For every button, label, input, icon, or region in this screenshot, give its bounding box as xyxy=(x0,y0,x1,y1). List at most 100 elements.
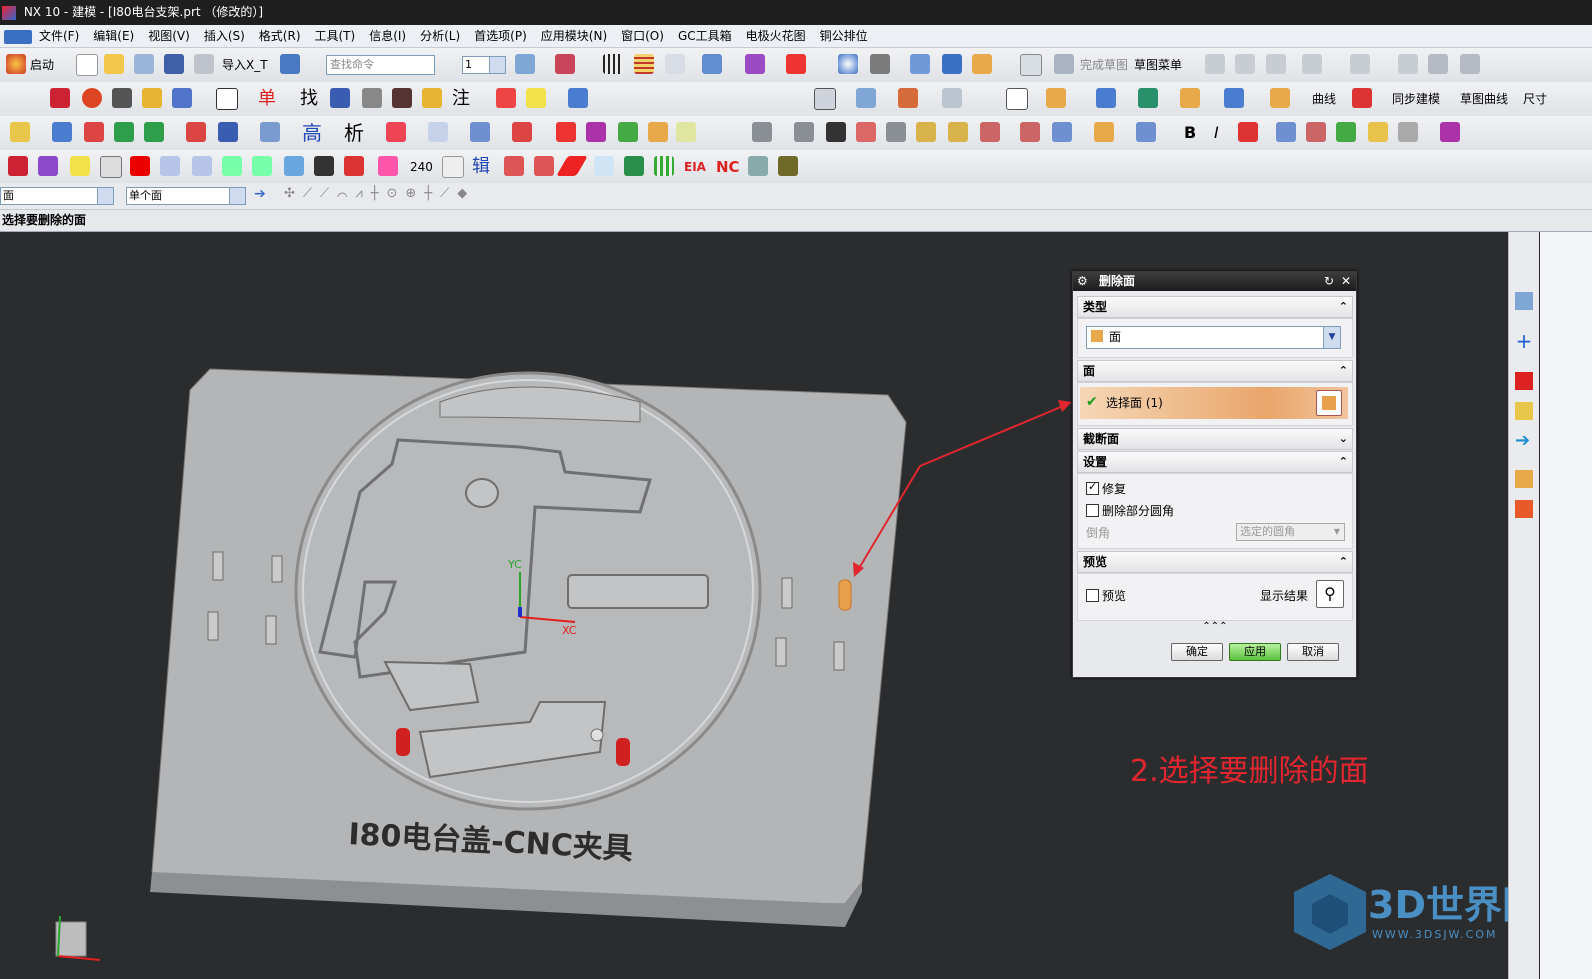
red-pin[interactable] xyxy=(396,728,410,756)
machine-icon[interactable] xyxy=(512,122,532,142)
feature-icon[interactable] xyxy=(1138,88,1158,108)
import-xt-button[interactable]: 导入X_T xyxy=(222,48,268,82)
note2-icon[interactable] xyxy=(948,122,968,142)
stamp-icon[interactable] xyxy=(314,156,334,176)
nc-button[interactable]: NC xyxy=(716,150,740,184)
frame-icon[interactable] xyxy=(1006,88,1028,110)
settings-section-header[interactable]: 设置 ⌃ xyxy=(1077,451,1353,473)
chevron-down-icon[interactable] xyxy=(97,188,113,204)
menu-item[interactable]: 窗口(O) xyxy=(614,25,671,47)
red-square-icon[interactable] xyxy=(130,156,150,176)
ra-icon[interactable] xyxy=(496,88,516,108)
arrow-left-icon[interactable] xyxy=(192,156,212,176)
finish-sketch-icon[interactable] xyxy=(1054,54,1074,74)
pen-icon[interactable] xyxy=(1094,122,1114,142)
pin[interactable] xyxy=(265,615,277,645)
pin[interactable] xyxy=(775,637,787,667)
measure-icon[interactable] xyxy=(702,54,722,74)
eye-icon[interactable] xyxy=(422,88,442,108)
menu-item[interactable]: 视图(V) xyxy=(141,25,197,47)
cross-section-header[interactable]: 截断面 ⌄ xyxy=(1077,428,1353,450)
menu-item[interactable]: 编辑(E) xyxy=(86,25,141,47)
pin[interactable] xyxy=(833,641,845,671)
repair-checkbox[interactable]: ✓ xyxy=(1086,480,1099,495)
cube-purple-icon[interactable] xyxy=(1440,122,1460,142)
new-file-icon[interactable] xyxy=(76,54,98,76)
menu-item[interactable]: GC工具箱 xyxy=(671,25,739,47)
shade-icon[interactable] xyxy=(870,54,890,74)
text-tool3-icon[interactable] xyxy=(1336,122,1356,142)
transform-icon[interactable] xyxy=(745,54,765,74)
brush-icon[interactable] xyxy=(172,88,192,108)
text-tool-icon[interactable] xyxy=(1276,122,1296,142)
palette-icon[interactable] xyxy=(1515,500,1533,518)
gao-button[interactable]: 高 xyxy=(302,116,322,150)
chamfer-select[interactable]: 选定的圆角 ▼ xyxy=(1236,523,1345,541)
view-blue-icon[interactable] xyxy=(1136,122,1156,142)
hand-icon[interactable] xyxy=(942,88,962,108)
sketch-constraint-icon[interactable] xyxy=(1302,54,1322,74)
undo-icon[interactable] xyxy=(280,54,300,74)
delete-name-icon[interactable] xyxy=(330,88,350,108)
menu-item[interactable]: 分析(L) xyxy=(413,25,467,47)
block-gray-icon[interactable] xyxy=(752,122,772,142)
folder-tool-icon[interactable] xyxy=(1368,122,1388,142)
cancel-button[interactable]: 取消 xyxy=(1287,643,1339,661)
chevron-down-icon[interactable] xyxy=(229,188,245,204)
arrow-right-icon[interactable] xyxy=(160,156,180,176)
glasses-icon[interactable] xyxy=(1398,122,1418,142)
pin[interactable] xyxy=(212,551,224,581)
sketch-extra3-icon[interactable] xyxy=(1460,54,1480,74)
solid-blue-icon[interactable] xyxy=(1224,88,1244,108)
menu-item[interactable]: 应用模块(N) xyxy=(534,25,614,47)
dim-icon[interactable] xyxy=(980,122,1000,142)
ok-button[interactable]: 确定 xyxy=(1171,643,1223,661)
extrude-icon[interactable] xyxy=(1046,88,1066,108)
dim2-icon[interactable] xyxy=(1020,122,1040,142)
xi-button[interactable]: 析 xyxy=(344,116,364,150)
rect-slot[interactable] xyxy=(567,574,709,609)
layer-settings-icon[interactable] xyxy=(515,54,535,74)
type-select[interactable]: 面 ▼ xyxy=(1086,326,1341,349)
open-folder-icon[interactable] xyxy=(104,54,124,74)
flag-icon[interactable] xyxy=(886,122,906,142)
center-hole[interactable] xyxy=(465,478,499,508)
book-nav-icon[interactable] xyxy=(1515,470,1533,488)
pin[interactable] xyxy=(271,555,283,583)
preview-checkbox[interactable] xyxy=(1086,589,1099,602)
start-button[interactable]: 启动 xyxy=(30,48,54,82)
plane-icon[interactable] xyxy=(856,88,876,108)
tool-path2-icon[interactable] xyxy=(534,156,554,176)
sketch-extra2-icon[interactable] xyxy=(1428,54,1448,74)
bold-icon[interactable]: B xyxy=(1184,116,1196,150)
sketch-line-icon[interactable] xyxy=(1205,54,1225,74)
select-face-row[interactable]: ✔ 选择面 (1) xyxy=(1080,387,1348,419)
list-icon[interactable] xyxy=(586,122,606,142)
sort-icon[interactable] xyxy=(1238,122,1258,142)
delete-partial-fillet-checkbox[interactable] xyxy=(1086,504,1099,517)
menu-item[interactable]: 工具(T) xyxy=(308,25,363,47)
drawing-icon[interactable] xyxy=(186,122,206,142)
box-orange-icon[interactable] xyxy=(1270,88,1290,108)
zhao-button[interactable]: 找 xyxy=(300,82,318,116)
assembly-nav-icon[interactable] xyxy=(1515,402,1533,420)
small-hole[interactable] xyxy=(590,728,604,742)
button-240[interactable]: 240 xyxy=(410,150,433,184)
slash-icon[interactable] xyxy=(100,156,122,178)
face-selector-button[interactable] xyxy=(1316,390,1342,416)
chart-icon[interactable] xyxy=(568,88,588,108)
nc-icon[interactable] xyxy=(676,122,696,142)
view-icon[interactable] xyxy=(665,54,685,74)
snap-point-icons[interactable]: ✣⟋⟋⌒⩘┼⊙⊕┼⟋◆ xyxy=(284,186,475,201)
sync-icon[interactable] xyxy=(1352,88,1372,108)
text-tool2-icon[interactable] xyxy=(1306,122,1326,142)
app-menu-icon[interactable] xyxy=(4,29,32,44)
program-icon[interactable] xyxy=(442,156,464,178)
crosshair-icon[interactable] xyxy=(386,122,406,142)
menu-item[interactable]: 格式(R) xyxy=(252,25,308,47)
paint-icon[interactable] xyxy=(972,54,992,74)
part-icon[interactable] xyxy=(1515,372,1533,390)
sketch-icon[interactable] xyxy=(1020,54,1042,76)
snap-icon[interactable] xyxy=(555,54,575,74)
table-icon[interactable] xyxy=(826,122,846,142)
